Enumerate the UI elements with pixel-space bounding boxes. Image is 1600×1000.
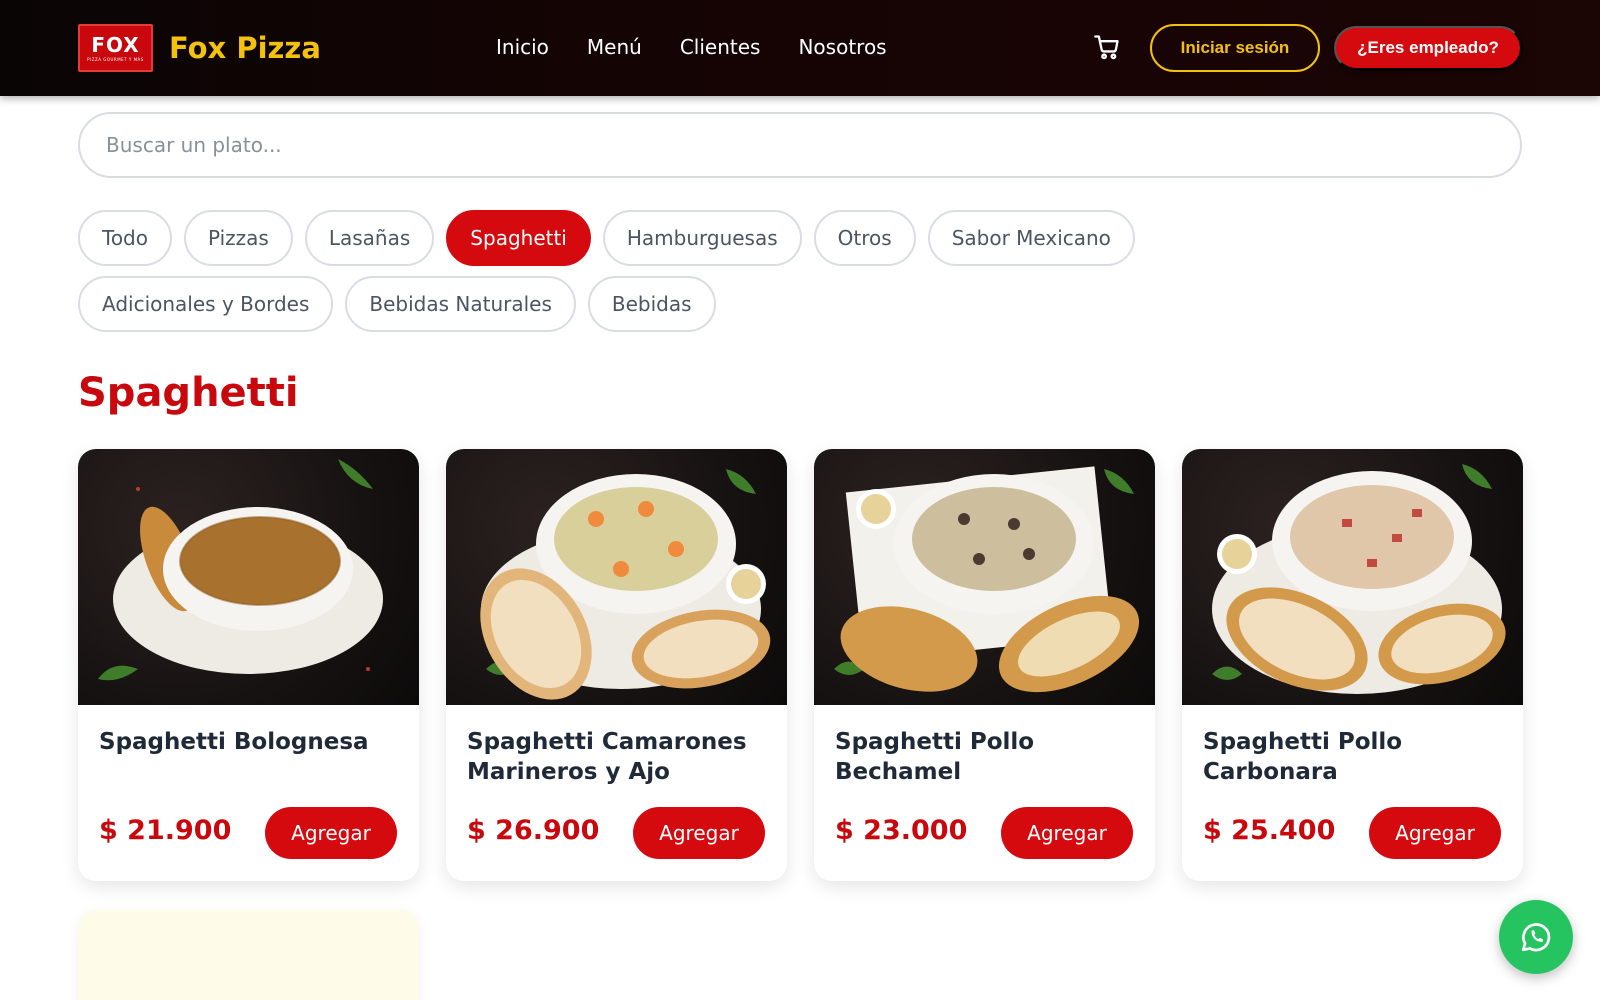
- add-to-cart-button[interactable]: Agregar: [1001, 807, 1133, 859]
- product-price: $ 23.000: [835, 815, 968, 846]
- product-grid: Spaghetti Bolognesa $ 21.900 Agregar Spa…: [78, 449, 1523, 881]
- add-to-cart-button[interactable]: Agregar: [1369, 807, 1501, 859]
- category-chip-pizzas[interactable]: Pizzas: [184, 210, 293, 266]
- logo-text: FOX: [91, 32, 140, 57]
- product-card: Spaghetti Pollo Bechamel $ 23.000 Agrega…: [814, 449, 1155, 881]
- product-name: Spaghetti Camarones Marineros y Ajo: [467, 729, 747, 785]
- whatsapp-icon[interactable]: [1499, 900, 1573, 974]
- category-chip-bebidas-naturales[interactable]: Bebidas Naturales: [345, 276, 576, 332]
- top-navigation-bar: FOX PIZZA GOURMET Y MÁS Fox Pizza Inicio…: [0, 0, 1600, 96]
- login-button[interactable]: Iniciar sesión: [1150, 24, 1320, 72]
- category-chip-otros[interactable]: Otros: [813, 210, 916, 266]
- product-name: Spaghetti Pollo Bechamel: [835, 729, 1035, 785]
- search-bar: [78, 112, 1522, 178]
- spaghetti-bolognesa-photo: [78, 449, 419, 705]
- category-chip-adicionales-bordes[interactable]: Adicionales y Bordes: [78, 276, 334, 332]
- category-chip-lasanas[interactable]: Lasañas: [304, 210, 435, 266]
- product-price: $ 21.900: [99, 815, 232, 846]
- brand-link[interactable]: FOX PIZZA GOURMET Y MÁS Fox Pizza: [78, 24, 321, 72]
- product-card: Spaghetti Pollo Carbonara $ 25.400 Agreg…: [1182, 449, 1523, 881]
- logo-tagline: PIZZA GOURMET Y MÁS: [87, 56, 144, 62]
- product-price: $ 25.400: [1203, 815, 1336, 846]
- category-chip-hamburguesas[interactable]: Hamburguesas: [602, 210, 802, 266]
- product-name: Spaghetti Bolognesa: [99, 729, 369, 755]
- spaghetti-pollo-carbonara-photo: [1182, 449, 1523, 705]
- product-card-partial: [78, 910, 419, 1000]
- product-price: $ 26.900: [467, 815, 600, 846]
- add-to-cart-button[interactable]: Agregar: [633, 807, 765, 859]
- section-title: Spaghetti: [78, 370, 299, 416]
- category-chip-bebidas[interactable]: Bebidas: [587, 276, 716, 332]
- fox-logo: FOX PIZZA GOURMET Y MÁS: [78, 24, 153, 72]
- spaghetti-pollo-bechamel-photo: [814, 449, 1155, 705]
- product-card: Spaghetti Camarones Marineros y Ajo $ 26…: [446, 449, 787, 881]
- nav-menu[interactable]: Menú: [587, 32, 642, 62]
- category-chip-sabor-mexicano[interactable]: Sabor Mexicano: [927, 210, 1135, 266]
- product-name: Spaghetti Pollo Carbonara: [1203, 729, 1403, 785]
- main-nav: Inicio Menú Clientes Nosotros: [496, 32, 925, 62]
- category-chip-spaghetti[interactable]: Spaghetti: [446, 210, 591, 266]
- employee-button[interactable]: ¿Eres empleado?: [1334, 26, 1522, 70]
- add-to-cart-button[interactable]: Agregar: [265, 807, 397, 859]
- category-chip-todo[interactable]: Todo: [78, 210, 172, 266]
- cart-icon[interactable]: [1092, 32, 1122, 62]
- product-card: Spaghetti Bolognesa $ 21.900 Agregar: [78, 449, 419, 881]
- spaghetti-camarones-photo: [446, 449, 787, 705]
- search-input[interactable]: [106, 133, 1520, 157]
- nav-clientes[interactable]: Clientes: [680, 32, 761, 62]
- category-filters: Todo Pizzas Lasañas Spaghetti Hamburgues…: [78, 210, 1378, 332]
- nav-inicio[interactable]: Inicio: [496, 32, 549, 62]
- brand-name: Fox Pizza: [169, 31, 321, 65]
- nav-nosotros[interactable]: Nosotros: [798, 32, 886, 62]
